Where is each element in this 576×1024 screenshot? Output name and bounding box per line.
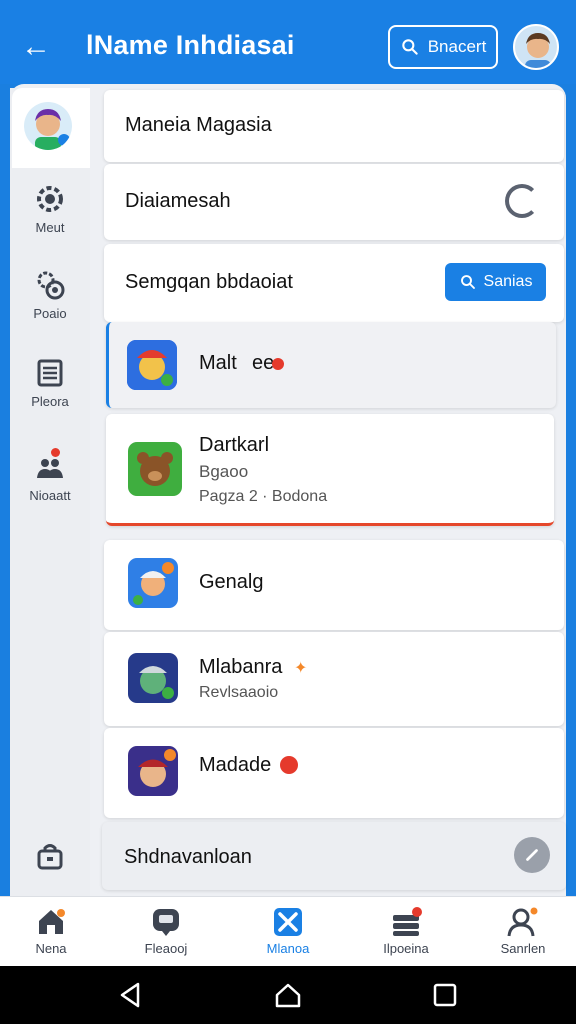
app-meta: Pagza 2 · Bodona — [199, 488, 328, 505]
back-triangle-icon[interactable] — [116, 980, 146, 1010]
settings-cog-icon — [37, 271, 65, 300]
rail-item-store[interactable] — [10, 840, 90, 878]
app-tag: ee — [252, 352, 275, 374]
people-icon — [37, 459, 63, 478]
nav-item-library[interactable]: Ilpoeina — [361, 905, 451, 956]
bear-game-icon — [128, 442, 182, 496]
nav-item-label: Nena — [35, 941, 67, 956]
rail-item-nioaatt[interactable]: Nioaatt — [10, 450, 90, 503]
app-name: Malt — [199, 352, 237, 374]
section-title: Semgqan bbdaoiat — [125, 271, 293, 293]
tools-icon — [274, 908, 302, 936]
page-title: lName Inhdiasai — [86, 30, 295, 60]
rail-item-label: Poaio — [33, 306, 67, 321]
nav-item-tools[interactable]: Mlanoa — [243, 905, 333, 956]
user-avatar[interactable] — [513, 24, 559, 70]
bag-icon — [37, 844, 63, 870]
star-icon: ✦ — [294, 660, 308, 677]
stack-icon — [393, 907, 422, 936]
notification-badge — [51, 448, 60, 457]
rail-item-poaio[interactable]: Poaio — [10, 268, 90, 321]
search-button-label: Bnacert — [427, 37, 487, 56]
menu-card-2[interactable]: Diaiamesah — [104, 164, 564, 240]
nav-item-chat[interactable]: Fleaooj — [121, 905, 211, 956]
app-name: Genalg — [199, 571, 264, 593]
home-icon — [39, 909, 65, 934]
profile-avatar[interactable] — [24, 102, 72, 150]
app-game-icon — [127, 340, 177, 390]
nav-item-label: Sanrlen — [500, 941, 546, 956]
search-button[interactable]: Bnacert — [388, 25, 498, 69]
rail-item-label: Nioaatt — [29, 488, 71, 503]
menu-card-1[interactable]: Maneia Magasia — [104, 90, 564, 162]
section-button-label: Sanias — [483, 273, 533, 290]
bottom-navigation: Nena Fleaooj Mlanoa Ilpoeina Sanrlen — [0, 896, 576, 966]
nav-item-label: Ilpoeina — [383, 941, 429, 956]
document-icon — [37, 359, 63, 387]
search-icon — [460, 275, 475, 289]
recents-square-icon[interactable] — [430, 980, 460, 1010]
new-badge — [272, 358, 284, 370]
nav-item-home[interactable]: Nena — [6, 905, 96, 956]
rail-item-pleora[interactable]: Pleora — [10, 356, 90, 409]
search-icon — [401, 39, 418, 55]
system-navigation-bar — [0, 966, 576, 1024]
home-circle-icon[interactable] — [273, 980, 303, 1010]
footer-title: Shdnavanloan — [124, 846, 252, 868]
rail-item-meut[interactable]: Meut — [10, 182, 90, 235]
edit-pencil-icon[interactable] — [514, 837, 550, 873]
hero-game-icon — [128, 558, 178, 608]
notification-badge — [280, 756, 298, 774]
zombie-game-icon — [128, 653, 178, 703]
app-name: Madade — [199, 754, 272, 776]
app-subtitle: Bgaoo — [199, 462, 249, 481]
back-arrow-icon[interactable]: ← — [18, 30, 54, 66]
rail-item-label: Meut — [35, 220, 65, 235]
nav-item-label: Fleaooj — [144, 941, 188, 956]
chat-icon — [153, 909, 179, 936]
card-title: Maneia Magasia — [125, 114, 272, 136]
app-name: Dartkarl — [199, 434, 270, 456]
nav-item-profile[interactable]: Sanrlen — [478, 905, 568, 956]
rail-item-label: Pleora — [31, 394, 69, 409]
profile-icon — [507, 907, 538, 937]
card-title: Diaiamesah — [125, 190, 231, 212]
footer-card[interactable]: Shdnavanloan — [102, 822, 566, 890]
gear-icon — [37, 186, 63, 212]
nav-item-label: Mlanoa — [266, 941, 310, 956]
pirate-game-icon — [128, 746, 178, 796]
app-subtitle: Revlsaaoio — [199, 684, 279, 701]
loading-spinner-icon — [505, 184, 539, 218]
section-search-button[interactable]: Sanias — [445, 263, 546, 301]
app-name: Mlabanra — [199, 656, 283, 678]
